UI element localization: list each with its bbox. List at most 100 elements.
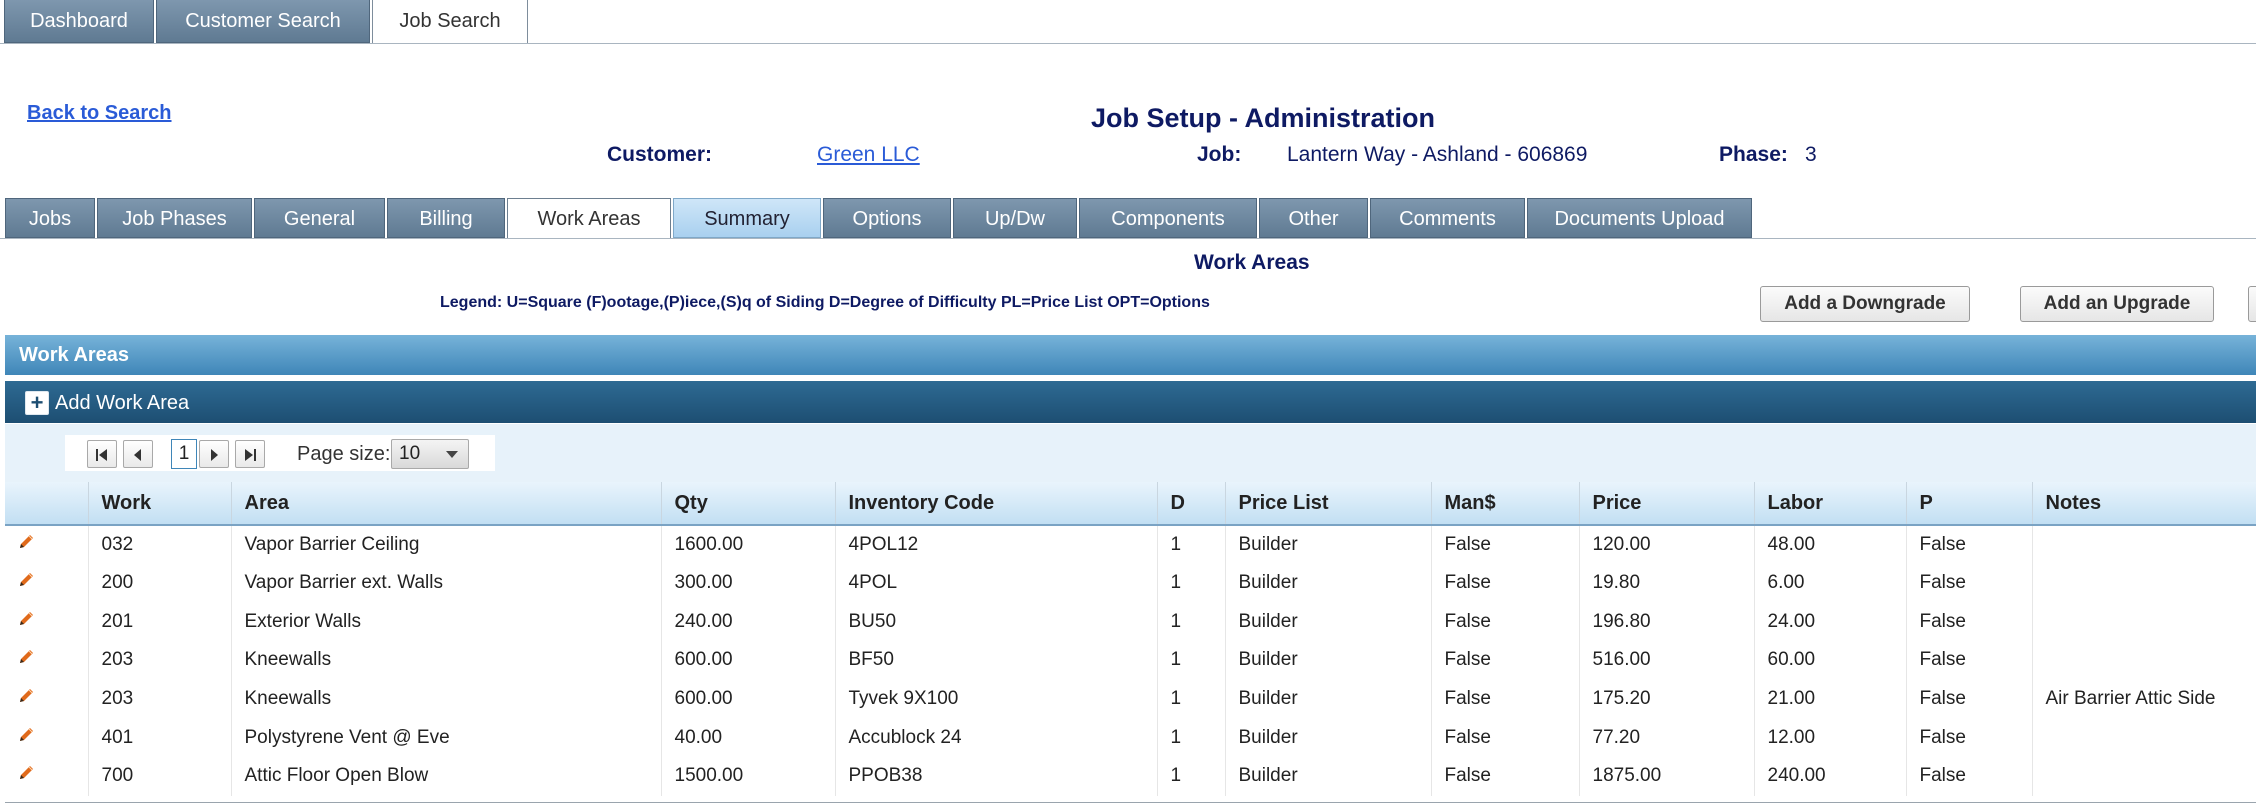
cell-area: Attic Floor Open Blow bbox=[230, 757, 661, 796]
cell-notes bbox=[2031, 602, 2256, 642]
cell-work: 201 bbox=[87, 602, 231, 642]
col-header-man[interactable]: Man$ bbox=[1430, 482, 1579, 526]
tab-dashboard[interactable]: Dashboard bbox=[4, 0, 154, 43]
tab-job-phases[interactable]: Job Phases bbox=[97, 198, 252, 238]
pencil-icon[interactable] bbox=[17, 687, 35, 711]
tab-documents-upload[interactable]: Documents Upload bbox=[1527, 198, 1752, 238]
cell-man: False bbox=[1430, 563, 1579, 603]
cell-d: 1 bbox=[1156, 525, 1225, 564]
col-header-price[interactable]: Price bbox=[1578, 482, 1754, 526]
tab-comments[interactable]: Comments bbox=[1370, 198, 1525, 238]
tab-jobs[interactable]: Jobs bbox=[5, 198, 95, 238]
pencil-icon[interactable] bbox=[17, 648, 35, 672]
cell-inventory-code: Tyvek 9X100 bbox=[834, 679, 1157, 719]
pencil-icon[interactable] bbox=[17, 610, 35, 634]
add-upgrade-button[interactable]: Add an Upgrade bbox=[2020, 286, 2214, 322]
edit-cell bbox=[5, 602, 88, 641]
col-header-notes[interactable]: Notes bbox=[2031, 482, 2256, 526]
cell-man: False bbox=[1430, 525, 1579, 564]
col-header-inventory-code[interactable]: Inventory Code bbox=[834, 482, 1157, 526]
cell-labor: 6.00 bbox=[1753, 563, 1906, 603]
add-downgrade-button[interactable]: Add a Downgrade bbox=[1760, 286, 1970, 322]
cell-area: Polystyrene Vent @ Eve bbox=[230, 718, 661, 758]
tab-customer-search[interactable]: Customer Search bbox=[156, 0, 370, 43]
add-work-area-button[interactable]: + Add Work Area bbox=[25, 389, 189, 417]
cell-d: 1 bbox=[1156, 563, 1225, 603]
prev-page-icon bbox=[134, 449, 141, 461]
col-header-qty[interactable]: Qty bbox=[660, 482, 835, 526]
cell-inventory-code: Accublock 24 bbox=[834, 718, 1157, 758]
col-header-area[interactable]: Area bbox=[230, 482, 661, 526]
pencil-icon[interactable] bbox=[17, 764, 35, 788]
phase-value: 3 bbox=[1805, 143, 1817, 166]
page-title: Job Setup - Administration bbox=[1091, 103, 1435, 133]
table-body: 032 Vapor Barrier Ceiling 1600.00 4POL12 1 Bu… bbox=[5, 525, 2256, 796]
col-header-labor[interactable]: Labor bbox=[1753, 482, 1906, 526]
col-header-price-list[interactable]: Price List bbox=[1224, 482, 1431, 526]
col-header-p[interactable]: P bbox=[1905, 482, 2032, 526]
cell-notes bbox=[2031, 563, 2256, 603]
cell-notes bbox=[2031, 641, 2256, 680]
cell-price-list: Builder bbox=[1224, 679, 1431, 719]
partial-button[interactable] bbox=[2248, 286, 2256, 322]
phase-label: Phase: bbox=[1719, 143, 1788, 166]
grid-toolbar: + Add Work Area bbox=[5, 381, 2256, 423]
pencil-icon[interactable] bbox=[17, 726, 35, 750]
tab-billing[interactable]: Billing bbox=[387, 198, 505, 238]
page-size-label: Page size: bbox=[297, 443, 391, 465]
table-row: 203 Kneewalls 600.00 BF50 1 Builder False 516.0… bbox=[5, 641, 2256, 680]
cell-labor: 24.00 bbox=[1753, 602, 1906, 642]
cell-price: 175.20 bbox=[1578, 679, 1754, 719]
cell-notes bbox=[2031, 525, 2256, 564]
pencil-icon[interactable] bbox=[17, 533, 35, 557]
pencil-icon[interactable] bbox=[17, 571, 35, 595]
tab-work-areas[interactable]: Work Areas bbox=[507, 198, 671, 239]
cell-work: 200 bbox=[87, 563, 231, 603]
cell-qty: 300.00 bbox=[660, 563, 835, 603]
edit-cell bbox=[5, 718, 88, 757]
edit-cell bbox=[5, 757, 88, 796]
page-size-select[interactable]: 10 bbox=[391, 439, 469, 469]
work-areas-panel-header: Work Areas bbox=[5, 335, 2256, 375]
tabs-divider bbox=[0, 238, 2256, 239]
col-header-work[interactable]: Work bbox=[87, 482, 231, 526]
tab-summary[interactable]: Summary bbox=[673, 198, 821, 238]
cell-man: False bbox=[1430, 641, 1579, 680]
first-page-button[interactable] bbox=[87, 440, 117, 468]
pager-strip: 1 Page size: 10 bbox=[5, 424, 2256, 482]
cell-p: False bbox=[1905, 602, 2032, 642]
tab-up-dw[interactable]: Up/Dw bbox=[953, 198, 1077, 238]
tab-other[interactable]: Other bbox=[1259, 198, 1368, 238]
cell-qty: 40.00 bbox=[660, 718, 835, 758]
customer-link[interactable]: Green LLC bbox=[817, 143, 920, 167]
cell-man: False bbox=[1430, 718, 1579, 758]
cell-d: 1 bbox=[1156, 757, 1225, 796]
section-title: Work Areas bbox=[1194, 251, 1310, 274]
edit-cell bbox=[5, 680, 88, 719]
current-page-input[interactable]: 1 bbox=[171, 439, 197, 469]
col-header-d[interactable]: D bbox=[1156, 482, 1225, 526]
tab-components[interactable]: Components bbox=[1079, 198, 1257, 238]
cell-p: False bbox=[1905, 563, 2032, 603]
prev-page-button[interactable] bbox=[123, 440, 153, 468]
top-divider bbox=[0, 43, 2256, 44]
cell-price-list: Builder bbox=[1224, 525, 1431, 564]
cell-d: 1 bbox=[1156, 718, 1225, 758]
back-to-search-link[interactable]: Back to Search bbox=[27, 102, 172, 125]
table-header-row: Work Area Qty Inventory Code D Price Lis… bbox=[5, 482, 2256, 526]
last-page-button[interactable] bbox=[235, 440, 265, 468]
next-page-icon bbox=[211, 449, 218, 461]
cell-d: 1 bbox=[1156, 641, 1225, 680]
cell-labor: 240.00 bbox=[1753, 757, 1906, 796]
tab-general[interactable]: General bbox=[254, 198, 385, 238]
cell-d: 1 bbox=[1156, 679, 1225, 719]
tab-job-search[interactable]: Job Search bbox=[372, 0, 528, 44]
edit-cell bbox=[5, 564, 88, 603]
next-page-button[interactable] bbox=[199, 440, 229, 468]
cell-inventory-code: PPOB38 bbox=[834, 757, 1157, 796]
cell-labor: 21.00 bbox=[1753, 679, 1906, 719]
cell-price: 120.00 bbox=[1578, 525, 1754, 564]
legend-text: Legend: U=Square (F)ootage,(P)iece,(S)q … bbox=[440, 294, 1210, 311]
tab-options[interactable]: Options bbox=[823, 198, 951, 238]
cell-price-list: Builder bbox=[1224, 757, 1431, 796]
